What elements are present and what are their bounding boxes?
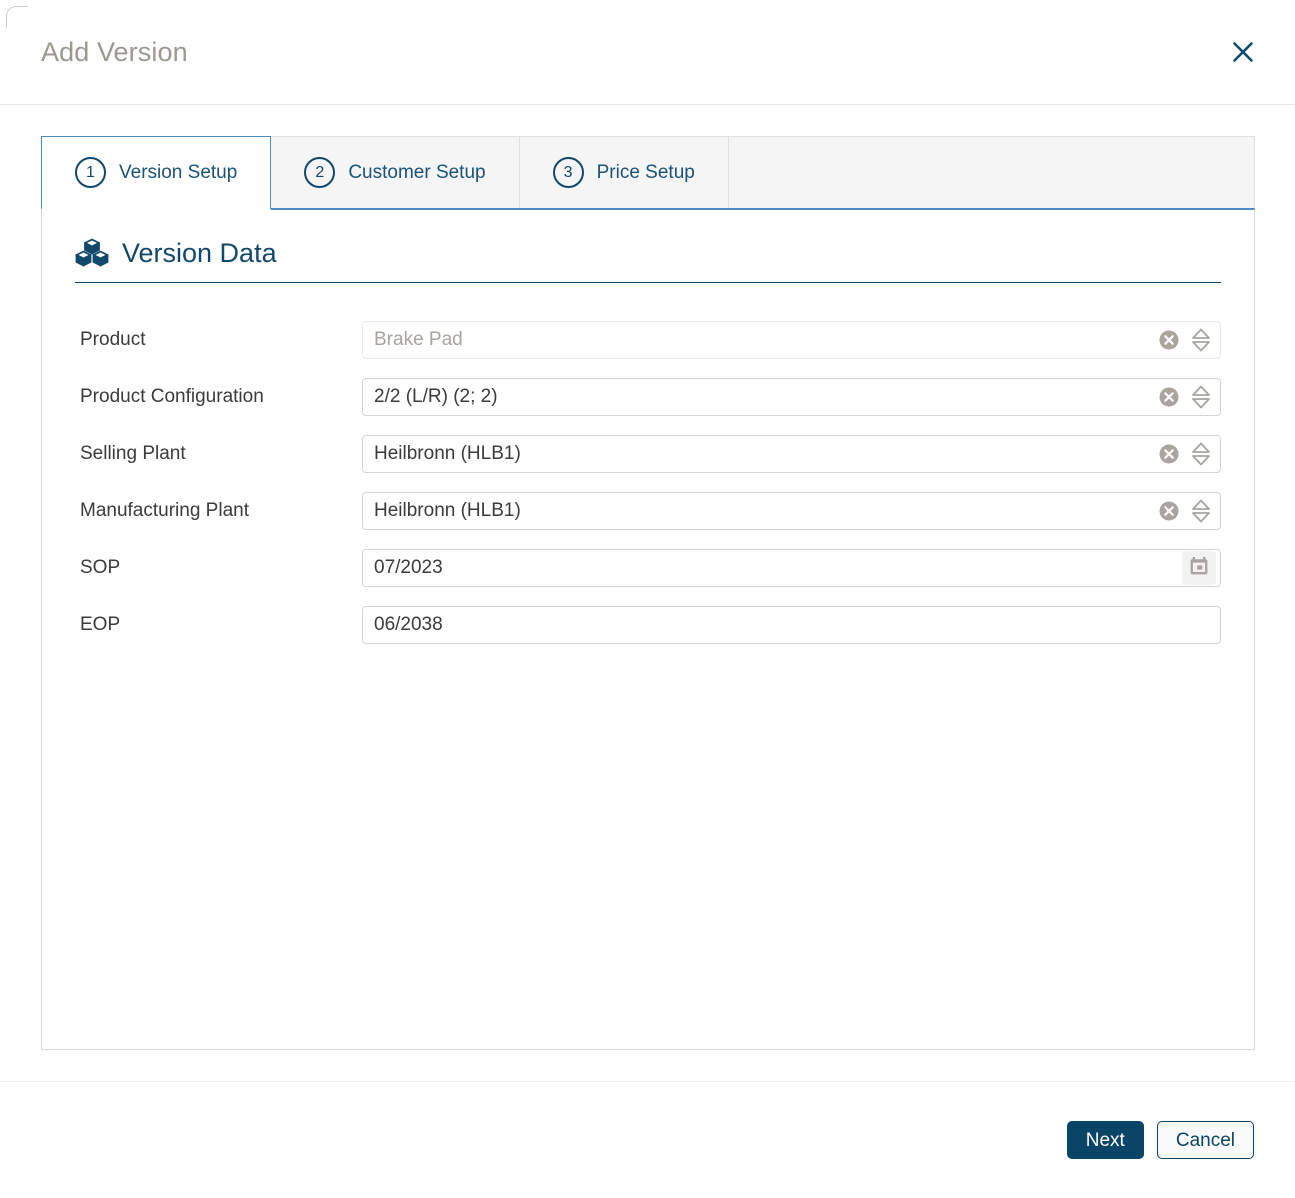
section-title: Version Data xyxy=(122,237,277,268)
label-selling-plant: Selling Plant xyxy=(80,442,186,464)
product-configuration-input[interactable]: 2/2 (L/R) (2; 2) xyxy=(362,377,1221,416)
page-title: Add Version xyxy=(41,36,188,67)
next-button[interactable]: Next xyxy=(1066,1121,1144,1159)
version-setup-panel: Version Data Product Brake Pad Product C… xyxy=(41,210,1255,1050)
value-help-stepper-icon[interactable] xyxy=(1191,384,1211,410)
product-input[interactable]: Brake Pad xyxy=(362,320,1221,359)
eop-input[interactable]: 06/2038 xyxy=(362,605,1221,644)
selling-plant-field-icons xyxy=(1158,441,1214,467)
clear-icon[interactable] xyxy=(1158,443,1180,465)
manufacturing-plant-field-icons xyxy=(1158,498,1214,524)
product-field-icons xyxy=(1158,327,1214,353)
sop-input[interactable]: 07/2023 xyxy=(362,548,1221,587)
dialog-header: Add Version xyxy=(0,0,1295,105)
cubes-icon xyxy=(75,237,109,269)
step-number-1: 1 xyxy=(75,157,106,188)
label-product-configuration: Product Configuration xyxy=(80,385,264,407)
step-number-3: 3 xyxy=(552,157,584,188)
tab-label-customer-setup: Customer Setup xyxy=(348,162,486,183)
form-row-selling-plant: Selling Plant Heilbronn (HLB1) xyxy=(75,425,1221,482)
form-row-product: Product Brake Pad xyxy=(75,311,1221,368)
step-number-2: 2 xyxy=(304,157,336,188)
value-help-stepper-icon[interactable] xyxy=(1191,441,1211,467)
dialog-footer: Next Cancel xyxy=(0,1081,1295,1198)
dialog-body: 1 Version Setup 2 Customer Setup 3 Price… xyxy=(0,105,1295,1081)
form-row-manufacturing-plant: Manufacturing Plant Heilbronn (HLB1) xyxy=(75,482,1221,539)
cancel-button[interactable]: Cancel xyxy=(1156,1121,1254,1159)
sop-value: 07/2023 xyxy=(374,558,443,577)
tabstrip-filler xyxy=(728,137,1254,208)
label-sop: SOP xyxy=(80,556,121,578)
clear-icon[interactable] xyxy=(1158,329,1180,351)
value-help-stepper-icon[interactable] xyxy=(1191,498,1211,524)
selling-plant-input[interactable]: Heilbronn (HLB1) xyxy=(362,434,1221,473)
wizard-tabstrip: 1 Version Setup 2 Customer Setup 3 Price… xyxy=(41,136,1255,210)
eop-value: 06/2038 xyxy=(374,615,443,634)
add-version-dialog: Add Version 1 Version Setup 2 Customer S… xyxy=(0,0,1295,1198)
form-row-sop: SOP 07/2023 xyxy=(75,539,1221,596)
tab-label-price-setup: Price Setup xyxy=(596,162,695,183)
form-row-eop: EOP 06/2038 xyxy=(75,596,1221,653)
label-eop: EOP xyxy=(80,613,121,635)
form-row-product-configuration: Product Configuration 2/2 (L/R) (2; 2) xyxy=(75,368,1221,425)
selling-plant-value: Heilbronn (HLB1) xyxy=(374,444,521,463)
clear-icon[interactable] xyxy=(1158,386,1180,408)
clear-icon[interactable] xyxy=(1158,500,1180,522)
product-value: Brake Pad xyxy=(374,330,463,349)
label-product: Product xyxy=(80,328,146,350)
manufacturing-plant-input[interactable]: Heilbronn (HLB1) xyxy=(362,491,1221,530)
calendar-icon xyxy=(1189,556,1209,579)
close-button[interactable] xyxy=(1221,30,1265,74)
manufacturing-plant-value: Heilbronn (HLB1) xyxy=(374,501,521,520)
sop-date-picker-button[interactable] xyxy=(1182,550,1216,585)
close-icon xyxy=(1230,39,1256,65)
label-manufacturing-plant: Manufacturing Plant xyxy=(80,499,249,521)
tab-label-version-setup: Version Setup xyxy=(119,162,238,183)
value-help-stepper-icon[interactable] xyxy=(1191,327,1211,353)
tab-version-setup[interactable]: 1 Version Setup xyxy=(41,136,272,210)
product-configuration-field-icons xyxy=(1158,384,1214,410)
section-header-version-data: Version Data xyxy=(75,237,1221,283)
tab-price-setup[interactable]: 3 Price Setup xyxy=(520,137,729,208)
tab-customer-setup[interactable]: 2 Customer Setup xyxy=(271,137,520,208)
product-configuration-value: 2/2 (L/R) (2; 2) xyxy=(374,387,498,406)
